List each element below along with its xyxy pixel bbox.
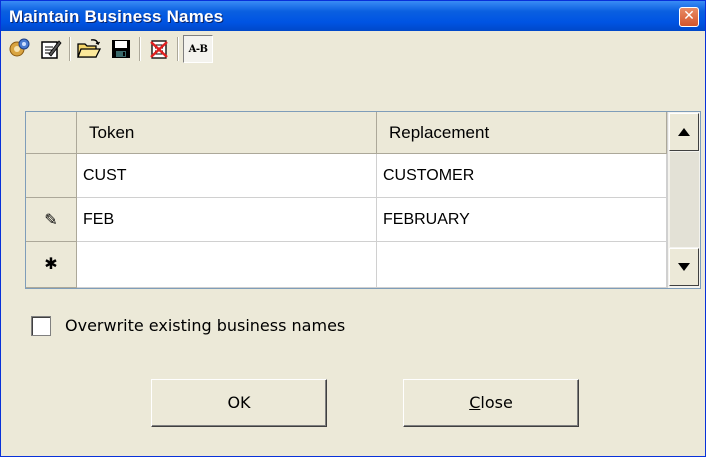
- ok-button-label: OK: [227, 393, 251, 412]
- replacement-cell[interactable]: FEBRUARY: [377, 198, 667, 242]
- close-icon: ✕: [683, 8, 695, 24]
- token-cell[interactable]: FEB: [77, 198, 377, 242]
- replacement-cell[interactable]: CUSTOMER: [377, 154, 667, 198]
- column-header-replacement[interactable]: Replacement: [377, 112, 667, 154]
- toolbar: A-B: [3, 33, 703, 67]
- a-b-label: A-B: [188, 43, 208, 55]
- token-cell-new[interactable]: [77, 242, 377, 288]
- grid-corner-header: [26, 112, 77, 154]
- a-b-toggle-button[interactable]: A-B: [183, 35, 213, 63]
- toolbar-separator: [177, 37, 179, 61]
- close-button[interactable]: Close: [403, 379, 579, 427]
- overwrite-label[interactable]: Overwrite existing business names: [65, 315, 345, 337]
- vertical-scrollbar[interactable]: [667, 112, 700, 288]
- edit-button[interactable]: [37, 35, 65, 63]
- scroll-down-button[interactable]: [669, 248, 699, 286]
- title-bar[interactable]: Maintain Business Names ✕: [1, 1, 705, 31]
- delete-icon: [150, 40, 168, 59]
- ok-button[interactable]: OK: [151, 379, 327, 427]
- save-icon: [112, 40, 130, 58]
- scroll-up-button[interactable]: [669, 113, 699, 151]
- settings-button[interactable]: [5, 35, 33, 63]
- delete-button[interactable]: [145, 35, 173, 63]
- dialog-window: Maintain Business Names ✕ A-B Token Repl…: [0, 0, 706, 457]
- new-row-asterisk-icon: ✱: [44, 254, 58, 273]
- business-names-grid: Token Replacement CUST CUSTOMER ✎ FEB FE…: [25, 111, 701, 289]
- settings-icon: [9, 38, 30, 57]
- row-selector[interactable]: [26, 154, 77, 198]
- row-selector-editing[interactable]: ✎: [26, 198, 77, 242]
- pencil-icon: ✎: [44, 210, 58, 229]
- down-arrow-icon: [678, 263, 690, 271]
- edit-icon: [41, 40, 62, 59]
- save-button[interactable]: [107, 35, 135, 63]
- column-header-token[interactable]: Token: [77, 112, 377, 154]
- window-title: Maintain Business Names: [9, 7, 224, 26]
- replacement-cell-new[interactable]: [377, 242, 667, 288]
- close-button-label: lose: [480, 393, 513, 412]
- toolbar-separator: [69, 37, 71, 61]
- open-folder-icon: [77, 39, 102, 58]
- open-button[interactable]: [75, 35, 103, 63]
- overwrite-checkbox[interactable]: [31, 316, 51, 336]
- token-cell[interactable]: CUST: [77, 154, 377, 198]
- toolbar-separator: [139, 37, 141, 61]
- up-arrow-icon: [678, 128, 690, 136]
- row-selector-new[interactable]: ✱: [26, 242, 77, 288]
- scroll-track[interactable]: [670, 152, 699, 247]
- close-window-button[interactable]: ✕: [679, 7, 699, 27]
- close-mnemonic: C: [469, 393, 481, 412]
